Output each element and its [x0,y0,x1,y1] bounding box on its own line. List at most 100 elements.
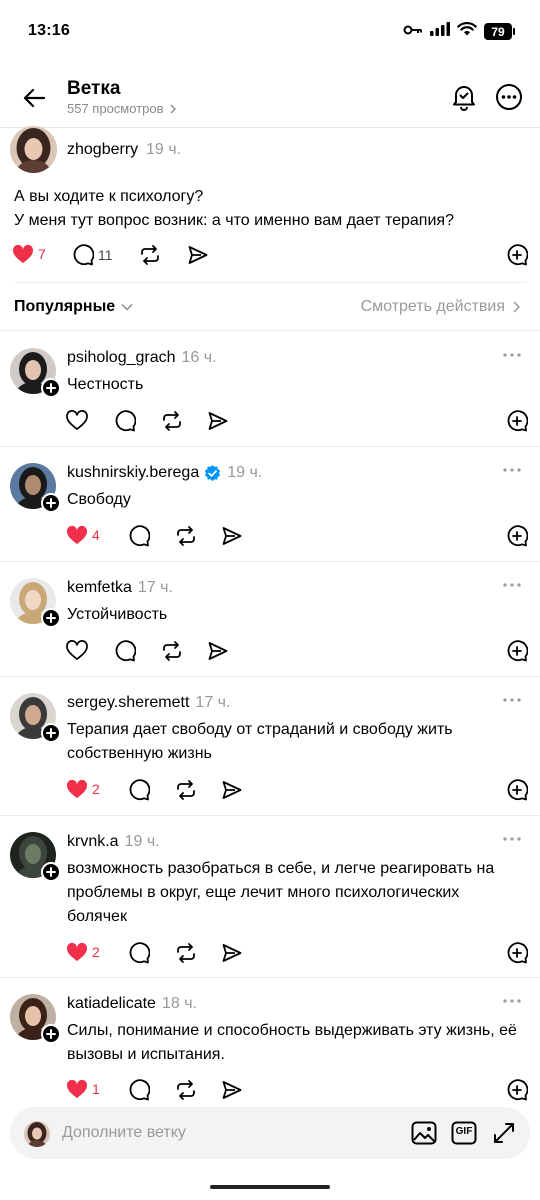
share-button[interactable] [207,640,229,662]
reply-username[interactable]: sergey.sheremett [67,694,189,712]
quote-button[interactable] [506,244,528,266]
comment-icon [115,410,136,432]
status-icons: 79 [403,22,515,41]
post-time: 19 ч. [146,141,182,158]
attach-image-button[interactable] [410,1119,438,1147]
comment-button[interactable] [128,942,150,964]
reply-text: Терапия дает свободу от страданий и своб… [67,721,453,762]
like-button[interactable]: 2 [66,779,100,799]
share-button[interactable] [221,1079,243,1101]
notifications-button[interactable] [449,82,479,112]
ellipsis-icon [503,698,521,702]
reply-header: kushnirskiy.berega 19 ч. [67,464,262,482]
quote-button[interactable] [506,779,528,801]
reply-username[interactable]: krvnk.a [67,833,119,851]
home-indicator[interactable] [210,1185,330,1189]
repost-button[interactable] [161,410,183,432]
follow-button[interactable] [41,1024,61,1044]
reply-more-button[interactable] [502,579,522,591]
reply-time: 19 ч. [227,464,263,481]
follow-button[interactable] [41,378,61,398]
like-count: 1 [92,1081,100,1097]
like-count: 2 [92,944,100,960]
views-link[interactable]: 557 просмотров [67,101,176,116]
heart-icon [12,244,34,264]
reply-item: sergey.sheremett 17 ч. Терапия дает своб… [0,676,540,815]
wifi-icon [457,22,477,41]
reply-username[interactable]: katiadelicate [67,995,156,1013]
quote-add-icon [507,525,528,547]
share-button[interactable] [187,244,209,266]
heart-icon [66,640,88,660]
reply-more-button[interactable] [502,833,522,845]
quote-button[interactable] [506,1079,528,1101]
comment-button[interactable] [114,640,136,662]
post-text-line: А вы ходите к психологу? [14,188,204,205]
reply-text: Честность [67,376,144,393]
share-icon [188,246,208,264]
post-text-line: У меня тут вопрос возник: а что именно в… [14,212,454,229]
quote-button[interactable] [506,525,528,547]
repost-icon [163,641,181,661]
quote-button[interactable] [506,942,528,964]
thread-header: Ветка 557 просмотров [0,66,540,128]
follow-button[interactable] [41,608,61,628]
expand-composer-button[interactable] [490,1119,518,1147]
share-button[interactable] [221,779,243,801]
share-icon [222,1081,242,1099]
repost-button[interactable] [139,244,161,266]
post-username[interactable]: zhogberry [67,141,138,159]
heart-icon [66,525,88,545]
sort-dropdown[interactable]: Популярные [14,298,133,316]
more-options-button[interactable] [494,82,524,112]
reply-input[interactable] [62,1117,362,1149]
repost-button[interactable] [175,1079,197,1101]
reply-username[interactable]: kushnirskiy.berega [67,464,199,482]
share-button[interactable] [221,525,243,547]
like-button[interactable]: 4 [66,525,100,545]
like-button[interactable] [66,410,88,430]
reply-actions: 1 [66,1079,528,1103]
quote-button[interactable] [506,640,528,662]
comment-button[interactable] [128,525,150,547]
repost-button[interactable] [175,525,197,547]
comment-icon [129,779,150,801]
reply-more-button[interactable] [502,349,522,361]
follow-button[interactable] [41,862,61,882]
follow-button[interactable] [41,493,61,513]
reply-more-button[interactable] [502,464,522,476]
reply-username[interactable]: psiholog_grach [67,349,176,367]
reply-more-button[interactable] [502,995,522,1007]
comment-button[interactable] [128,779,150,801]
comment-button[interactable] [114,410,136,432]
reply-more-button[interactable] [502,694,522,706]
back-button[interactable] [20,84,48,112]
ellipsis-icon [503,583,521,587]
share-button[interactable] [207,410,229,432]
share-icon [208,412,228,430]
reply-item: psiholog_grach 16 ч. Честность [0,331,540,446]
like-button[interactable] [66,640,88,660]
repost-button[interactable] [175,779,197,801]
follow-button[interactable] [41,723,61,743]
gif-button[interactable]: GIF [450,1119,478,1147]
like-button[interactable]: 7 [12,244,46,264]
like-button[interactable]: 2 [66,942,100,962]
reply-text: Свободу [67,491,131,508]
comment-button[interactable] [128,1079,150,1101]
more-circle-icon [496,84,522,110]
plus-icon [46,728,56,738]
repost-button[interactable] [175,942,197,964]
share-button[interactable] [221,942,243,964]
sort-label: Популярные [14,298,116,315]
back-arrow-icon [23,88,45,108]
view-activity-link[interactable]: Смотреть действия [361,298,520,316]
ellipsis-icon [503,837,521,841]
repost-button[interactable] [161,640,183,662]
like-button[interactable]: 1 [66,1079,100,1099]
quote-add-icon [507,244,528,266]
quote-button[interactable] [506,410,528,432]
reply-username[interactable]: kemfetka [67,579,132,597]
avatar[interactable] [10,126,57,173]
comment-button[interactable]: 11 [72,244,113,266]
